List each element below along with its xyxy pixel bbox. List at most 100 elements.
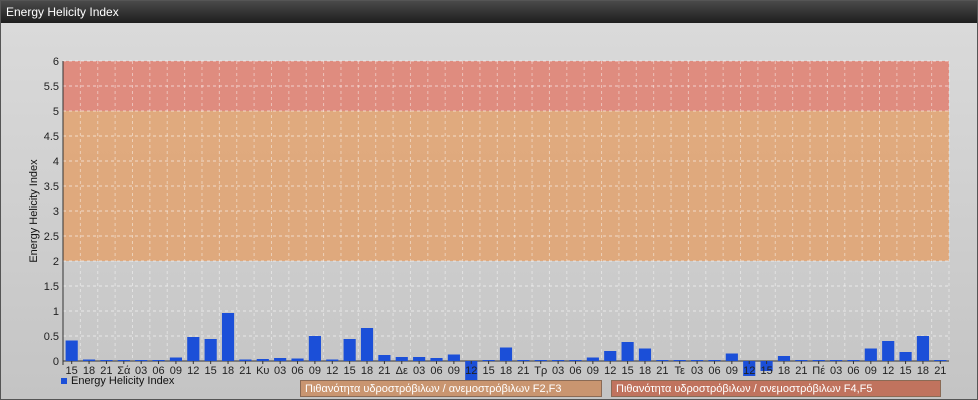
bar	[169, 357, 183, 361]
x-tick-label: 09	[865, 365, 877, 377]
x-tick-label: 12	[604, 365, 616, 377]
x-tick-label: Δε	[396, 365, 408, 377]
bar	[777, 356, 791, 361]
bar	[291, 358, 304, 361]
bar	[65, 340, 78, 361]
legend-band-f4f5[interactable]: Πιθανότητα υδροστρόβιλων / ανεμοστρόβιλω…	[611, 380, 941, 397]
y-tick-label: 3.5	[44, 181, 59, 193]
y-tick-label: 3	[53, 206, 59, 218]
bar	[916, 336, 930, 361]
x-tick-label: Τρ	[534, 365, 547, 377]
series-legend[interactable]: Energy Helicity Index	[61, 375, 174, 387]
x-tick-label: 09	[309, 365, 321, 377]
x-tick-label: 12	[187, 365, 199, 377]
bar	[829, 360, 843, 361]
bar	[187, 337, 200, 361]
bar	[221, 313, 235, 361]
y-axis-title: Energy Helicity Index	[28, 159, 40, 263]
x-tick-label: 12	[465, 365, 477, 377]
x-tick-label: 03	[691, 365, 703, 377]
bar	[691, 360, 704, 361]
bar	[499, 347, 513, 361]
bar	[430, 358, 443, 361]
bar	[586, 357, 599, 361]
series-legend-label: Energy Helicity Index	[71, 375, 175, 387]
x-tick-label: 06	[708, 365, 720, 377]
bar	[899, 352, 912, 361]
y-tick-label: 1.5	[44, 281, 59, 293]
x-tick-label: 06	[847, 365, 859, 377]
bar	[534, 360, 547, 361]
bar	[795, 360, 808, 361]
bar	[708, 360, 721, 361]
bar	[326, 359, 339, 361]
bar	[378, 355, 391, 361]
x-tick-label: Τε	[675, 365, 686, 377]
bar	[82, 359, 96, 361]
x-tick-label: 21	[934, 365, 946, 377]
x-tick-label: 03	[552, 365, 564, 377]
bar	[864, 348, 877, 361]
bar	[204, 339, 217, 361]
series-legend-swatch	[61, 378, 67, 385]
ehi-chart: 0 0.5 1 1.5 2 2.5 3 3.5 4 4.5 5 5.5 6 Energy Helicity…	[28, 56, 950, 390]
x-tick-label: 15	[899, 365, 911, 377]
x-tick-label: 21	[795, 365, 807, 377]
x-tick-label: 15	[344, 365, 356, 377]
x-tick-label: 18	[917, 365, 929, 377]
y-tick-label: 0	[53, 356, 59, 368]
bar	[256, 359, 269, 361]
bar	[882, 341, 895, 361]
bar	[847, 360, 860, 361]
y-tick-label: 1	[53, 306, 59, 318]
bar	[552, 360, 565, 361]
x-tick-label: 09	[448, 365, 460, 377]
x-tick-label: 03	[830, 365, 842, 377]
y-tick-label: 5	[53, 106, 59, 118]
x-tick-label: 21	[656, 365, 668, 377]
x-tick-label: Πέ	[812, 365, 825, 377]
bar	[569, 360, 582, 361]
y-tick-label: 0.5	[44, 331, 59, 343]
x-tick-label: 03	[413, 365, 425, 377]
x-tick-label: 21	[239, 365, 251, 377]
bar	[621, 342, 634, 361]
x-tick-label: 15	[760, 365, 772, 377]
bar	[274, 358, 287, 361]
x-tick-label: 18	[361, 365, 373, 377]
y-tick-label: 2.5	[44, 231, 59, 243]
x-tick-label: 18	[778, 365, 790, 377]
x-tick-label: 18	[500, 365, 512, 377]
x-tick-label: 12	[743, 365, 755, 377]
legend-band-f2f3[interactable]: Πιθανότητα υδροστρόβιλων / ανεμοστρόβιλω…	[300, 380, 602, 397]
bar	[725, 353, 738, 361]
y-tick-label: 2	[53, 256, 59, 268]
bar	[482, 360, 495, 361]
x-tick-label: 12	[882, 365, 894, 377]
bar	[812, 360, 825, 361]
bar	[517, 360, 530, 361]
bar	[604, 351, 617, 361]
x-tick-label: 09	[587, 365, 599, 377]
x-tick-label: 21	[517, 365, 529, 377]
bar	[135, 360, 148, 361]
x-tick-label: Κυ	[256, 365, 269, 377]
bar	[117, 360, 130, 361]
bar	[343, 339, 356, 361]
y-tick-label: 4	[53, 156, 59, 168]
bar	[656, 360, 669, 361]
y-tick-label: 5.5	[44, 81, 59, 93]
x-tick-label: 15	[205, 365, 217, 377]
x-tick-label: 06	[569, 365, 581, 377]
x-tick-label: 06	[430, 365, 442, 377]
x-tick-label: 18	[639, 365, 651, 377]
bar	[638, 348, 652, 361]
x-tick-label: 21	[378, 365, 390, 377]
x-tick-label: 12	[326, 365, 338, 377]
x-tick-label: 03	[274, 365, 286, 377]
bar	[395, 357, 408, 361]
bar	[239, 359, 252, 361]
x-tick-label: 15	[483, 365, 495, 377]
bar	[447, 354, 460, 361]
y-tick-label: 6	[53, 56, 59, 68]
